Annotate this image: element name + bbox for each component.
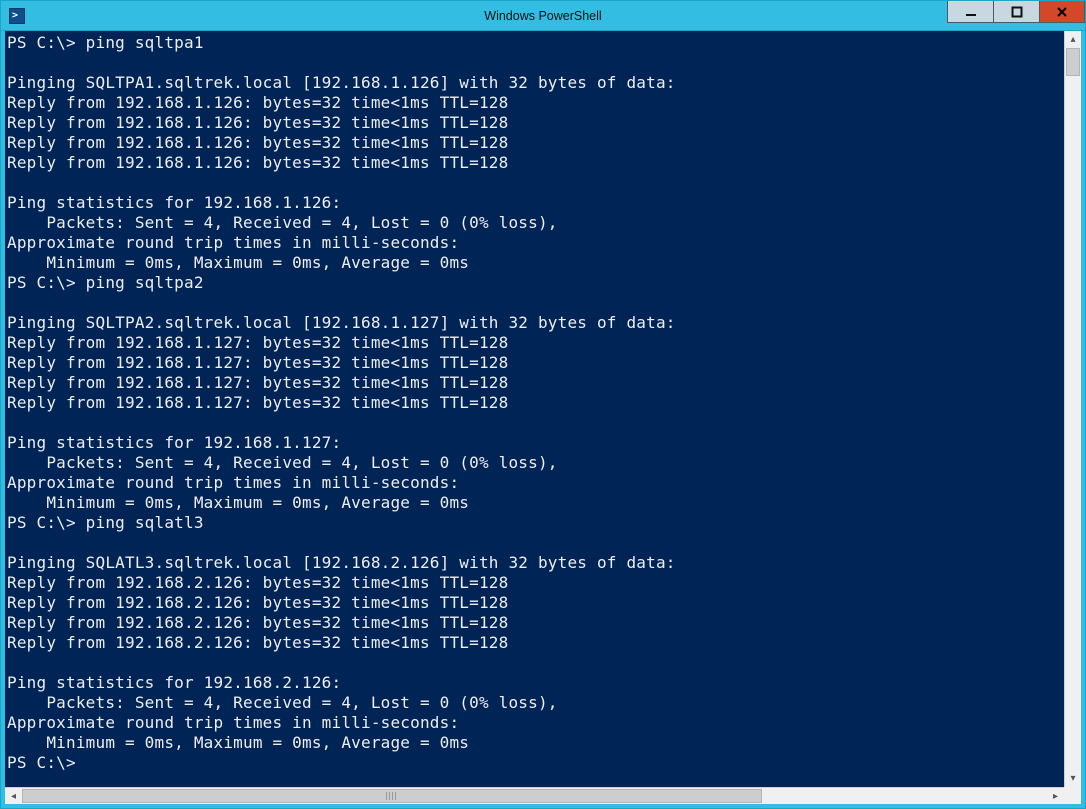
hscroll-track[interactable]: [22, 788, 1047, 804]
window-title: Windows PowerShell: [1, 9, 1085, 23]
scroll-up-arrow-icon[interactable]: ▴: [1065, 31, 1081, 48]
titlebar[interactable]: Windows PowerShell: [1, 1, 1085, 31]
console-output[interactable]: PS C:\> ping sqltpa1 Pinging SQLTPA1.sql…: [5, 31, 1064, 787]
client-area: PS C:\> ping sqltpa1 Pinging SQLTPA1.sql…: [1, 31, 1085, 808]
maximize-button[interactable]: [993, 1, 1039, 23]
scroll-down-arrow-icon[interactable]: ▾: [1065, 770, 1081, 787]
powershell-icon: [9, 8, 25, 24]
vscroll-thumb[interactable]: [1066, 48, 1080, 76]
vertical-scrollbar[interactable]: ▴ ▾: [1064, 31, 1081, 787]
minimize-button[interactable]: [947, 1, 993, 23]
vscroll-track[interactable]: [1065, 48, 1081, 770]
horizontal-scrollbar[interactable]: ◂ ▸: [5, 787, 1064, 804]
close-button[interactable]: [1039, 1, 1085, 23]
scrollbar-corner: [1064, 787, 1081, 804]
hscroll-thumb[interactable]: [22, 789, 762, 803]
console-wrap: PS C:\> ping sqltpa1 Pinging SQLTPA1.sql…: [5, 31, 1081, 787]
scroll-right-arrow-icon[interactable]: ▸: [1047, 788, 1064, 804]
window-controls: [947, 1, 1085, 30]
scroll-left-arrow-icon[interactable]: ◂: [5, 788, 22, 804]
powershell-window: Windows PowerShell PS C:\> ping sqltpa1 …: [0, 0, 1086, 809]
